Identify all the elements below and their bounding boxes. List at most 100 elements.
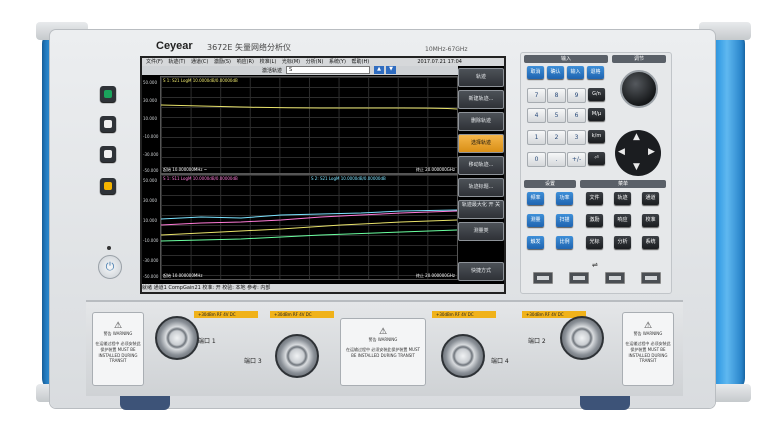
- scale-key[interactable]: 比例: [556, 236, 573, 249]
- softkey-select-trace[interactable]: 选择轨迹: [458, 134, 504, 153]
- key-1[interactable]: 1: [527, 130, 546, 145]
- softkey-shortcut[interactable]: 快捷方式: [458, 262, 504, 281]
- y-axis-bottom: 50.000 30.000 10.000 -10.000 -30.000 -50…: [143, 178, 159, 279]
- key-3[interactable]: 3: [567, 130, 586, 145]
- port-1-connector[interactable]: [155, 316, 199, 360]
- menu-stimulus[interactable]: 激励(S): [214, 58, 231, 66]
- key-8[interactable]: 8: [547, 88, 566, 103]
- frequency-range: 10MHz-67GHz: [425, 46, 468, 53]
- rotary-knob[interactable]: [620, 70, 658, 108]
- softkey-move-trace[interactable]: 移动轨迹...: [458, 156, 504, 175]
- key-7[interactable]: 7: [527, 88, 546, 103]
- trace-plot-top[interactable]: S 1: S21 LogM 10.0000dB/0.00000dB 起始 10.…: [160, 76, 458, 174]
- usb-icon: ⇌: [592, 261, 598, 269]
- arrow-down-icon[interactable]: ▼: [633, 162, 640, 172]
- usb-port-1[interactable]: [533, 272, 553, 284]
- y-axis-top: 50.000 30.000 10.000 -10.000 -30.000 -50…: [143, 80, 159, 173]
- port-4-label: 端口 4: [491, 358, 509, 365]
- softkey-delete-trace[interactable]: 删除轨迹: [458, 112, 504, 131]
- softkey-trace[interactable]: 轨迹: [458, 68, 504, 87]
- preset-button[interactable]: [100, 86, 116, 102]
- local-button[interactable]: [100, 116, 116, 132]
- sweep-key[interactable]: 扫描: [556, 214, 573, 227]
- key-5[interactable]: 5: [547, 108, 566, 123]
- confirm-key[interactable]: 确认: [547, 66, 564, 79]
- tune-panel-title: 调节: [612, 55, 666, 63]
- backspace-key[interactable]: 退格: [587, 66, 604, 79]
- power-button[interactable]: ⏻: [98, 255, 122, 279]
- channel-key[interactable]: 通道: [642, 192, 659, 205]
- port-1-label: 端口 1: [198, 338, 216, 345]
- port-2-label: 端口 2: [528, 338, 546, 345]
- cancel-key[interactable]: 取消: [527, 66, 544, 79]
- key-9[interactable]: 9: [567, 88, 586, 103]
- trace-key[interactable]: 轨迹: [614, 192, 631, 205]
- trigger-key[interactable]: 触发: [527, 236, 544, 249]
- trace-lines-bottom: [161, 209, 457, 242]
- input-key[interactable]: 输入: [567, 66, 584, 79]
- trace-plot-bottom[interactable]: S 1: S11 LogM 10.0000dB/0.00000dB S 2: S…: [160, 174, 458, 280]
- menu-file[interactable]: 文件(F): [146, 58, 163, 66]
- direction-pad[interactable]: ▲ ▼ ◀ ▶: [615, 130, 661, 176]
- file-key[interactable]: 文件: [586, 192, 603, 205]
- menu-panel-title: 菜单: [580, 180, 666, 188]
- key-kilo[interactable]: k/m: [588, 130, 605, 143]
- transit-protector-right: ⚠ 警告 WARNING 在运输过程中 必须安装此保护装置 MUST BE IN…: [622, 312, 674, 386]
- active-trace-input[interactable]: S: [286, 66, 370, 74]
- key-dot[interactable]: .: [547, 152, 566, 167]
- key-4[interactable]: 4: [527, 108, 546, 123]
- usb-port-4[interactable]: [641, 272, 661, 284]
- active-trace-label: 激活轨迹: [262, 68, 283, 74]
- menu-channel[interactable]: 通道(C): [191, 58, 208, 66]
- key-mega[interactable]: M/μ: [588, 108, 605, 121]
- marker-key[interactable]: 光标: [586, 236, 603, 249]
- menu-marker[interactable]: 光标(M): [282, 58, 300, 66]
- softkey-trace-title[interactable]: 轨迹标题...: [458, 178, 504, 197]
- trace-prev-button[interactable]: ▲: [374, 66, 384, 74]
- user-preset-button[interactable]: [100, 146, 116, 162]
- usb-port-2[interactable]: [569, 272, 589, 284]
- port-3-connector[interactable]: [275, 334, 319, 378]
- key-2[interactable]: 2: [547, 130, 566, 145]
- stimulus-key[interactable]: 激励: [586, 214, 603, 227]
- arrow-right-icon[interactable]: ▶: [648, 147, 655, 157]
- help-button[interactable]: [100, 178, 116, 194]
- port-4-connector[interactable]: [441, 334, 485, 378]
- trace-stop: 终止 20.000000GHz: [415, 273, 455, 278]
- status-bar: 就绪 通道1 CompGain21 校准: 开 校验: 本地 参考: 内部: [142, 284, 504, 292]
- timestamp: 2017.07.21 17:04: [417, 59, 462, 65]
- key-0[interactable]: 0: [527, 152, 546, 167]
- key-giga[interactable]: G/n: [588, 88, 605, 101]
- key-sign[interactable]: +/-: [567, 152, 586, 167]
- menu-response[interactable]: 响应(R): [237, 58, 254, 66]
- arrow-left-icon[interactable]: ◀: [618, 147, 625, 157]
- port3-warning: +30dBm RF 4V DC: [270, 311, 334, 318]
- power-icon: ⏻: [105, 260, 115, 273]
- trace-foot: 起始 10.000000MHz: [163, 273, 203, 278]
- calibration-key[interactable]: 校准: [642, 214, 659, 227]
- frequency-key[interactable]: 频率: [527, 192, 544, 205]
- menu-system[interactable]: 系统(Y): [329, 58, 346, 66]
- usb-port-3[interactable]: [605, 272, 625, 284]
- enter-key[interactable]: ⏎: [588, 152, 605, 165]
- analysis-key[interactable]: 分析: [614, 236, 631, 249]
- standby-led: [107, 246, 111, 250]
- brand-logo: Ceyear: [156, 40, 193, 52]
- softkey-trace-maximize[interactable]: 轨迹最大化 开 关: [458, 200, 504, 219]
- input-panel-title: 输入: [524, 55, 608, 63]
- key-6[interactable]: 6: [567, 108, 586, 123]
- menu-trace[interactable]: 轨迹(T): [168, 58, 185, 66]
- response-key[interactable]: 响应: [614, 214, 631, 227]
- system-key[interactable]: 系统: [642, 236, 659, 249]
- port-2-connector[interactable]: [560, 316, 604, 360]
- port-3-label: 端口 3: [244, 358, 262, 365]
- arrow-up-icon[interactable]: ▲: [633, 132, 640, 142]
- menu-calibration[interactable]: 校准(L): [260, 58, 277, 66]
- softkey-measure-class[interactable]: 测量类: [458, 222, 504, 241]
- trace-next-button[interactable]: ▼: [386, 66, 396, 74]
- menu-help[interactable]: 帮助(H): [352, 58, 370, 66]
- menu-analysis[interactable]: 分析(N): [306, 58, 324, 66]
- measure-key[interactable]: 测量: [527, 214, 544, 227]
- softkey-new-trace[interactable]: 新建轨迹...: [458, 90, 504, 109]
- power-key[interactable]: 功率: [556, 192, 573, 205]
